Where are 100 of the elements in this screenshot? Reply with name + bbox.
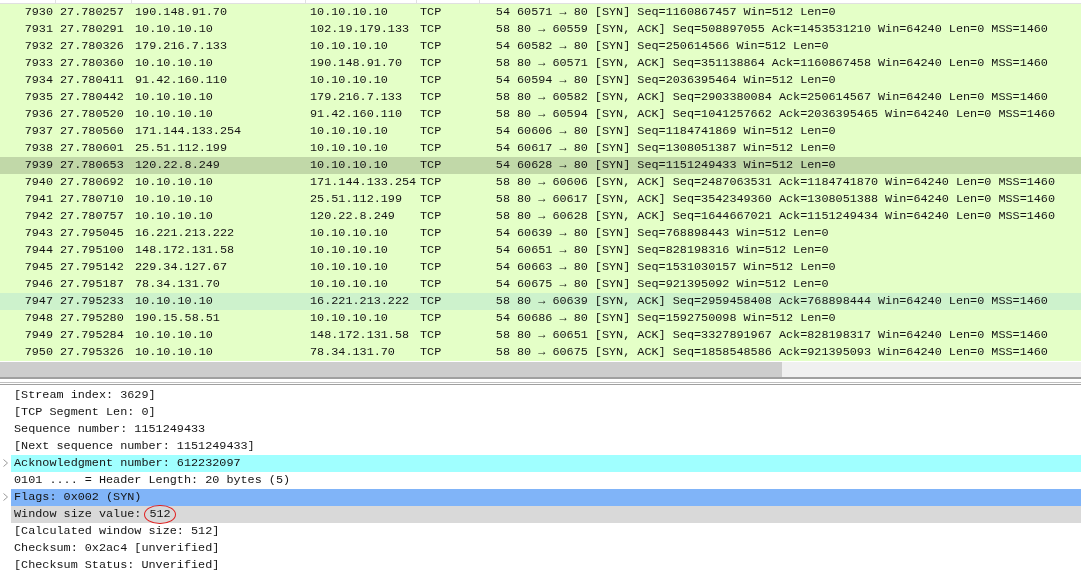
protocol-cell-text: TCP xyxy=(420,190,443,208)
protocol-cell-text: TCP xyxy=(420,105,443,123)
packet-time: 27.780653 xyxy=(60,156,125,174)
packet-time: 27.780520 xyxy=(60,105,125,123)
protocol-cell-text: TCP xyxy=(420,258,443,276)
packet-time: 27.780411 xyxy=(60,71,125,89)
packet-length: 54 xyxy=(494,71,510,89)
packet-info: 60663 → 80 [SYN] Seq=1531030157 Win=512 Len=0 xyxy=(517,258,836,276)
packet-time: 27.780326 xyxy=(60,37,125,55)
packet-length: 58 xyxy=(494,54,510,72)
packet-length: 58 xyxy=(494,20,510,38)
destination-address: 190.148.91.70 xyxy=(310,54,404,72)
protocol-cell-text: TCP xyxy=(420,71,443,89)
source-address: 229.34.127.67 xyxy=(135,258,229,276)
destination-address: 78.34.131.70 xyxy=(310,343,396,361)
destination-address: 102.19.179.133 xyxy=(310,20,411,38)
packet-number: 7947 xyxy=(23,292,53,310)
detail-text: Flags: 0x002 (SYN) xyxy=(14,488,142,506)
source-address: 10.10.10.10 xyxy=(135,88,214,106)
destination-address: 10.10.10.10 xyxy=(310,139,389,157)
packet-time: 27.795142 xyxy=(60,258,125,276)
destination-address: 10.10.10.10 xyxy=(310,156,389,174)
packet-length: 54 xyxy=(494,139,510,157)
packet-number: 7932 xyxy=(23,37,53,55)
packet-time: 27.780291 xyxy=(60,20,125,38)
detail-text: [TCP Segment Len: 0] xyxy=(14,403,156,421)
packet-length: 58 xyxy=(494,292,510,310)
protocol-cell-text: TCP xyxy=(420,3,443,21)
detail-text: [Next sequence number: 1151249433] xyxy=(14,437,255,455)
source-address: 10.10.10.10 xyxy=(135,292,214,310)
packet-time: 27.780710 xyxy=(60,190,125,208)
packet-info: 80 → 60606 [SYN, ACK] Seq=2487063531 Ack=1184741870 Win=64240 Len=0 MSS=1460 xyxy=(517,173,1056,191)
packet-number: 7931 xyxy=(23,20,53,38)
packet-info: 60606 → 80 [SYN] Seq=1184741869 Win=512 Len=0 xyxy=(517,122,836,140)
detail-row[interactable]: [Stream index: 3629] xyxy=(0,387,1081,404)
packet-number: 7936 xyxy=(23,105,53,123)
packet-number: 7945 xyxy=(23,258,53,276)
packet-info: 60571 → 80 [SYN] Seq=1160867457 Win=512 Len=0 xyxy=(517,3,836,21)
detail-text: Acknowledgment number: 612232097 xyxy=(14,454,241,472)
scrollbar-thumb[interactable] xyxy=(0,361,782,378)
packet-length: 54 xyxy=(494,309,510,327)
detail-row[interactable]: Sequence number: 1151249433 xyxy=(0,421,1081,438)
packet-number: 7930 xyxy=(23,3,53,21)
source-address: 10.10.10.10 xyxy=(135,54,214,72)
packet-info: 80 → 60639 [SYN, ACK] Seq=2959458408 Ack=768898444 Win=64240 Len=0 MSS=1460 xyxy=(517,292,1048,310)
detail-row[interactable]: Checksum: 0x2ac4 [unverified] xyxy=(0,540,1081,557)
packet-time: 27.780692 xyxy=(60,173,125,191)
detail-row[interactable]: Flags: 0x002 (SYN) xyxy=(0,489,1081,506)
packet-number: 7948 xyxy=(23,309,53,327)
destination-address: 10.10.10.10 xyxy=(310,224,389,242)
horizontal-scrollbar[interactable] xyxy=(0,361,1081,378)
packet-info: 60686 → 80 [SYN] Seq=1592750098 Win=512 Len=0 xyxy=(517,309,836,327)
packet-length: 58 xyxy=(494,343,510,361)
protocol-cell-text: TCP xyxy=(420,207,443,225)
protocol-cell-text: TCP xyxy=(420,20,443,38)
source-address: 16.221.213.222 xyxy=(135,224,236,242)
packet-info: 60675 → 80 [SYN] Seq=921395092 Win=512 Len=0 xyxy=(517,275,829,293)
packet-number: 7934 xyxy=(23,71,53,89)
detail-text: [Checksum Status: Unverified] xyxy=(14,556,220,574)
packet-info: 80 → 60571 [SYN, ACK] Seq=351138864 Ack=1160867458 Win=64240 Len=0 MSS=1460 xyxy=(517,54,1048,72)
detail-text: Sequence number: 1151249433 xyxy=(14,420,206,438)
packet-info: 80 → 60559 [SYN, ACK] Seq=508897055 Ack=1453531210 Win=64240 Len=0 MSS=1460 xyxy=(517,20,1048,38)
detail-row[interactable]: [Checksum Status: Unverified] xyxy=(0,557,1081,574)
packet-length: 54 xyxy=(494,122,510,140)
packet-length: 58 xyxy=(494,326,510,344)
packet-number: 7946 xyxy=(23,275,53,293)
detail-text: Checksum: 0x2ac4 [unverified] xyxy=(14,539,220,557)
packet-info: 60651 → 80 [SYN] Seq=828198316 Win=512 Len=0 xyxy=(517,241,829,259)
destination-address: 171.144.133.254 xyxy=(310,173,418,191)
packet-time: 27.795233 xyxy=(60,292,125,310)
packet-number: 7944 xyxy=(23,241,53,259)
packet-length: 54 xyxy=(494,258,510,276)
detail-row[interactable]: [Calculated window size: 512] xyxy=(0,523,1081,540)
source-address: 10.10.10.10 xyxy=(135,190,214,208)
source-address: 10.10.10.10 xyxy=(135,105,214,123)
detail-row[interactable]: 0101 .... = Header Length: 20 bytes (5) xyxy=(0,472,1081,489)
packet-length: 54 xyxy=(494,241,510,259)
destination-address: 91.42.160.110 xyxy=(310,105,404,123)
source-address: 10.10.10.10 xyxy=(135,20,214,38)
detail-row[interactable]: Acknowledgment number: 612232097 xyxy=(0,455,1081,472)
packet-time: 27.780442 xyxy=(60,88,125,106)
packet-number: 7933 xyxy=(23,54,53,72)
destination-address: 10.10.10.10 xyxy=(310,122,389,140)
packet-time: 27.795100 xyxy=(60,241,125,259)
packet-length: 54 xyxy=(494,224,510,242)
packet-time: 27.795045 xyxy=(60,224,125,242)
packet-number: 7949 xyxy=(23,326,53,344)
source-address: 190.148.91.70 xyxy=(135,3,229,21)
detail-row[interactable]: [TCP Segment Len: 0] xyxy=(0,404,1081,421)
packet-time: 27.780257 xyxy=(60,3,125,21)
source-address: 179.216.7.133 xyxy=(135,37,229,55)
packet-info: 60617 → 80 [SYN] Seq=1308051387 Win=512 Len=0 xyxy=(517,139,836,157)
detail-row[interactable]: [Next sequence number: 1151249433] xyxy=(0,438,1081,455)
source-address: 25.51.112.199 xyxy=(135,139,229,157)
protocol-cell-text: TCP xyxy=(420,156,443,174)
source-address: 91.42.160.110 xyxy=(135,71,229,89)
packet-length: 54 xyxy=(494,275,510,293)
packet-time: 27.780560 xyxy=(60,122,125,140)
packet-time: 27.795284 xyxy=(60,326,125,344)
protocol-cell-text: TCP xyxy=(420,275,443,293)
